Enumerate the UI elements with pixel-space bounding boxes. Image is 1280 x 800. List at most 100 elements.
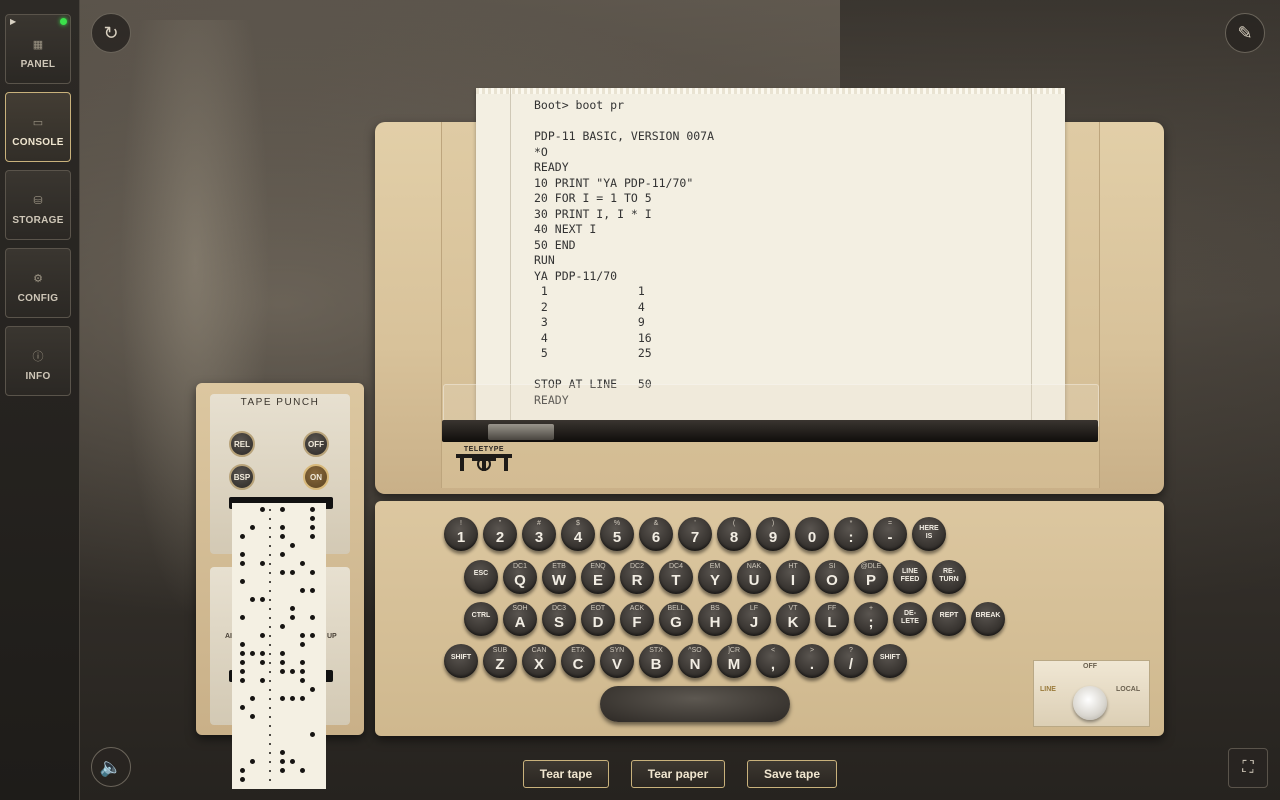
tape-hole — [280, 750, 285, 755]
tape-sprocket-hole — [269, 635, 271, 637]
key-4[interactable]: $4 — [561, 517, 595, 551]
key-esc[interactable]: ESC — [464, 560, 498, 594]
key-g[interactable]: BELL G — [659, 602, 693, 636]
fullscreen-button[interactable]: ⛶ — [1228, 748, 1268, 788]
key-n[interactable]: ^SO N — [678, 644, 712, 678]
key-h[interactable]: BS H — [698, 602, 732, 636]
key-shift-label: ( — [732, 520, 736, 527]
key-w[interactable]: ETB W — [542, 560, 576, 594]
sidebar-item-storage[interactable]: ⛁ STORAGE — [5, 170, 71, 240]
key-8[interactable]: (8 — [717, 517, 751, 551]
key-3[interactable]: #3 — [522, 517, 556, 551]
key-line-feed[interactable]: LINE FEED — [893, 560, 927, 594]
key-shift-label: " — [498, 520, 502, 527]
key-s[interactable]: DC3 S — [542, 602, 576, 636]
tape-on-button[interactable]: ON — [303, 464, 329, 490]
key-m[interactable]: ]CR M — [717, 644, 751, 678]
key-d[interactable]: EOT D — [581, 602, 615, 636]
tape-sprocket-hole — [269, 761, 271, 763]
key-2[interactable]: " 2 — [483, 517, 517, 551]
key-r[interactable]: DC2 R — [620, 560, 654, 594]
key-k[interactable]: VT K — [776, 602, 810, 636]
key-[interactable]: = - — [873, 517, 907, 551]
key-c[interactable]: ETX C — [561, 644, 595, 678]
tape-off-button[interactable]: OFF — [303, 431, 329, 457]
key-a[interactable]: SOH A — [503, 602, 537, 636]
key-5[interactable]: % 5 — [600, 517, 634, 551]
key-main-label: K — [787, 614, 799, 631]
key-[interactable]: *: — [834, 517, 868, 551]
key-shift[interactable]: SHIFT — [873, 644, 907, 678]
key-9[interactable]: ) 9 — [756, 517, 790, 551]
key-ctrl[interactable]: CTRL — [464, 602, 498, 636]
key-[interactable]: <, — [756, 644, 790, 678]
key-u[interactable]: NAK U — [737, 560, 771, 594]
tape-hole — [280, 525, 285, 530]
key-j[interactable]: LF J — [737, 602, 771, 636]
key-rept[interactable]: REPT — [932, 602, 966, 636]
key-shift[interactable]: SHIFT — [444, 644, 478, 678]
key-break[interactable]: BREAK — [971, 602, 1005, 636]
tape-sprocket-hole — [269, 608, 271, 610]
key-main-label: V — [611, 656, 622, 673]
key-b[interactable]: STX B — [639, 644, 673, 678]
key-re-turn[interactable]: RE- TURN — [932, 560, 966, 594]
key-y[interactable]: EM Y — [698, 560, 732, 594]
tape-hole — [290, 606, 295, 611]
spacebar[interactable] — [600, 686, 790, 722]
key-main-label: : — [848, 529, 854, 546]
key-main-label: 2 — [495, 529, 505, 546]
tape-bsp-button[interactable]: BSP — [229, 464, 255, 490]
key-main-label: 3 — [534, 529, 544, 546]
key-i[interactable]: HT I — [776, 560, 810, 594]
key-[interactable]: +; — [854, 602, 888, 636]
key-1[interactable]: ! 1 — [444, 517, 478, 551]
key-[interactable]: >. — [795, 644, 829, 678]
sidebar-item-config[interactable]: ⚙ CONFIG — [5, 248, 71, 318]
sound-button[interactable]: 🔈 — [91, 747, 131, 787]
key-q[interactable]: DC1 Q — [503, 560, 537, 594]
key-main-label: U — [748, 572, 760, 589]
save-tape-button[interactable]: Save tape — [747, 760, 837, 788]
reset-button[interactable]: ↻ — [91, 13, 131, 53]
key-[interactable]: ? / — [834, 644, 868, 678]
mode-local-label: LOCAL — [1116, 686, 1141, 693]
key-main-label: - — [887, 529, 893, 546]
key-here-is[interactable]: HERE IS — [912, 517, 946, 551]
key-o[interactable]: SI O — [815, 560, 849, 594]
key-6[interactable]: & 6 — [639, 517, 673, 551]
key-0[interactable]: 0 — [795, 517, 829, 551]
key-t[interactable]: DC4 T — [659, 560, 693, 594]
key-p[interactable]: @DLE P — [854, 560, 888, 594]
sidebar-item-panel[interactable]: ▶ ▦ PANEL — [5, 14, 71, 84]
tape-rel-button[interactable]: REL — [229, 431, 255, 457]
key-f[interactable]: ACK F — [620, 602, 654, 636]
key-7[interactable]: ' 7 — [678, 517, 712, 551]
tape-sprocket-hole — [269, 518, 271, 520]
sidebar-item-info[interactable]: ⓘ INFO — [5, 326, 71, 396]
tear-paper-button[interactable]: Tear paper — [631, 760, 725, 788]
paper-tape[interactable] — [232, 503, 326, 789]
key-x[interactable]: CAN X — [522, 644, 556, 678]
key-shift-label: SUB — [492, 647, 508, 654]
key-shift-label: EM — [709, 563, 721, 570]
key-de-lete[interactable]: DE- LETE — [893, 602, 927, 636]
panel-icon: ▦ — [32, 39, 44, 51]
magic-button[interactable]: ✎ — [1225, 13, 1265, 53]
tape-sprocket-hole — [269, 536, 271, 538]
tape-hole — [260, 633, 265, 638]
tape-hole — [280, 660, 285, 665]
key-main-label: 4 — [573, 529, 583, 546]
sidebar-item-console[interactable]: ▭ CONSOLE — [5, 92, 71, 162]
key-v[interactable]: SYN V — [600, 644, 634, 678]
mode-switch-knob[interactable] — [1073, 686, 1107, 720]
tear-tape-button[interactable]: Tear tape — [523, 760, 609, 788]
key-main-label: T — [671, 572, 681, 589]
tape-hole — [260, 561, 265, 566]
key-z[interactable]: SUB Z — [483, 644, 517, 678]
key-main-label: 8 — [729, 529, 739, 546]
tape-sprocket-hole — [269, 644, 271, 646]
tape-hole — [280, 570, 285, 575]
key-e[interactable]: ENQ E — [581, 560, 615, 594]
key-l[interactable]: FF L — [815, 602, 849, 636]
